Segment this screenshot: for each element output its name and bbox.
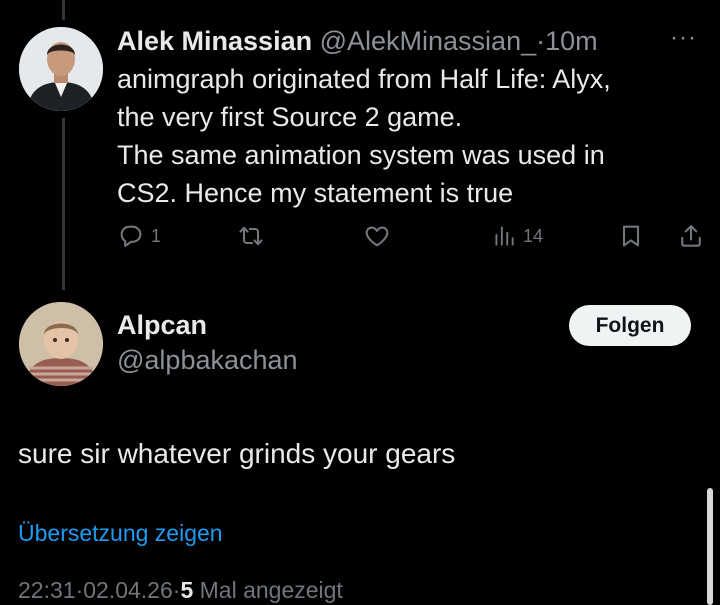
tweet-header: Alek Minassian @AlekMinassian_·10m [117,22,697,60]
separator: · [536,26,546,56]
reply-author-name[interactable]: Alpcan [117,308,298,342]
reply-author-handle[interactable]: @alpbakachan [117,342,298,378]
like-icon [363,222,391,250]
follow-button[interactable]: Folgen [569,305,691,346]
retweet-icon [237,222,265,250]
tweet-text-line: animgraph originated from Half Life: Aly… [117,64,611,94]
tweet-text: animgraph originated from Half Life: Aly… [117,60,697,212]
tweet-actions: 1 14 [117,222,702,256]
reply-count: 1 [151,225,162,246]
tweet-date[interactable]: 02.04.26 [83,577,173,603]
reply-tweet-header: Alpcan @alpbakachan [117,308,298,378]
more-icon[interactable]: ··· [670,24,697,52]
views-number: 5 [180,577,194,603]
tweet-time[interactable]: 10m [545,26,598,56]
share-button[interactable] [677,222,705,250]
views-icon [491,222,517,250]
author-handle[interactable]: @AlekMinassian_ [320,26,537,56]
like-button[interactable] [363,222,391,250]
scrollbar[interactable] [707,488,713,605]
tweet-meta: 22:31·02.04.26·5 Mal angezeigt [18,577,343,604]
tweet-text-line: CS2. Hence my statement is true [117,178,514,208]
tweet-time[interactable]: 22:31 [18,577,76,603]
retweet-button[interactable] [237,222,265,250]
show-translation-link[interactable]: Übersetzung zeigen [18,520,223,547]
bookmark-icon [617,222,645,250]
reply-button[interactable]: 1 [117,222,161,250]
avatar-alpcan[interactable] [19,302,103,386]
tweet-text-line: The same animation system was used in [117,140,605,170]
avatar-alek[interactable] [19,27,103,111]
bookmark-button[interactable] [617,222,645,250]
views-label: Mal angezeigt [199,577,343,603]
views-button[interactable]: 14 [491,222,543,250]
reply-icon [117,222,145,250]
thread-connector [62,118,65,290]
reply-tweet-text: sure sir whatever grinds your gears [18,438,456,469]
parent-tweet[interactable]: Alek Minassian @AlekMinassian_·10m ··· a… [117,22,697,212]
author-name[interactable]: Alek Minassian [117,26,312,56]
thread-connector-top [62,0,65,20]
share-icon [677,222,705,250]
views-count: 14 [523,225,544,246]
tweet-text-line: the very first Source 2 game. [117,102,463,132]
